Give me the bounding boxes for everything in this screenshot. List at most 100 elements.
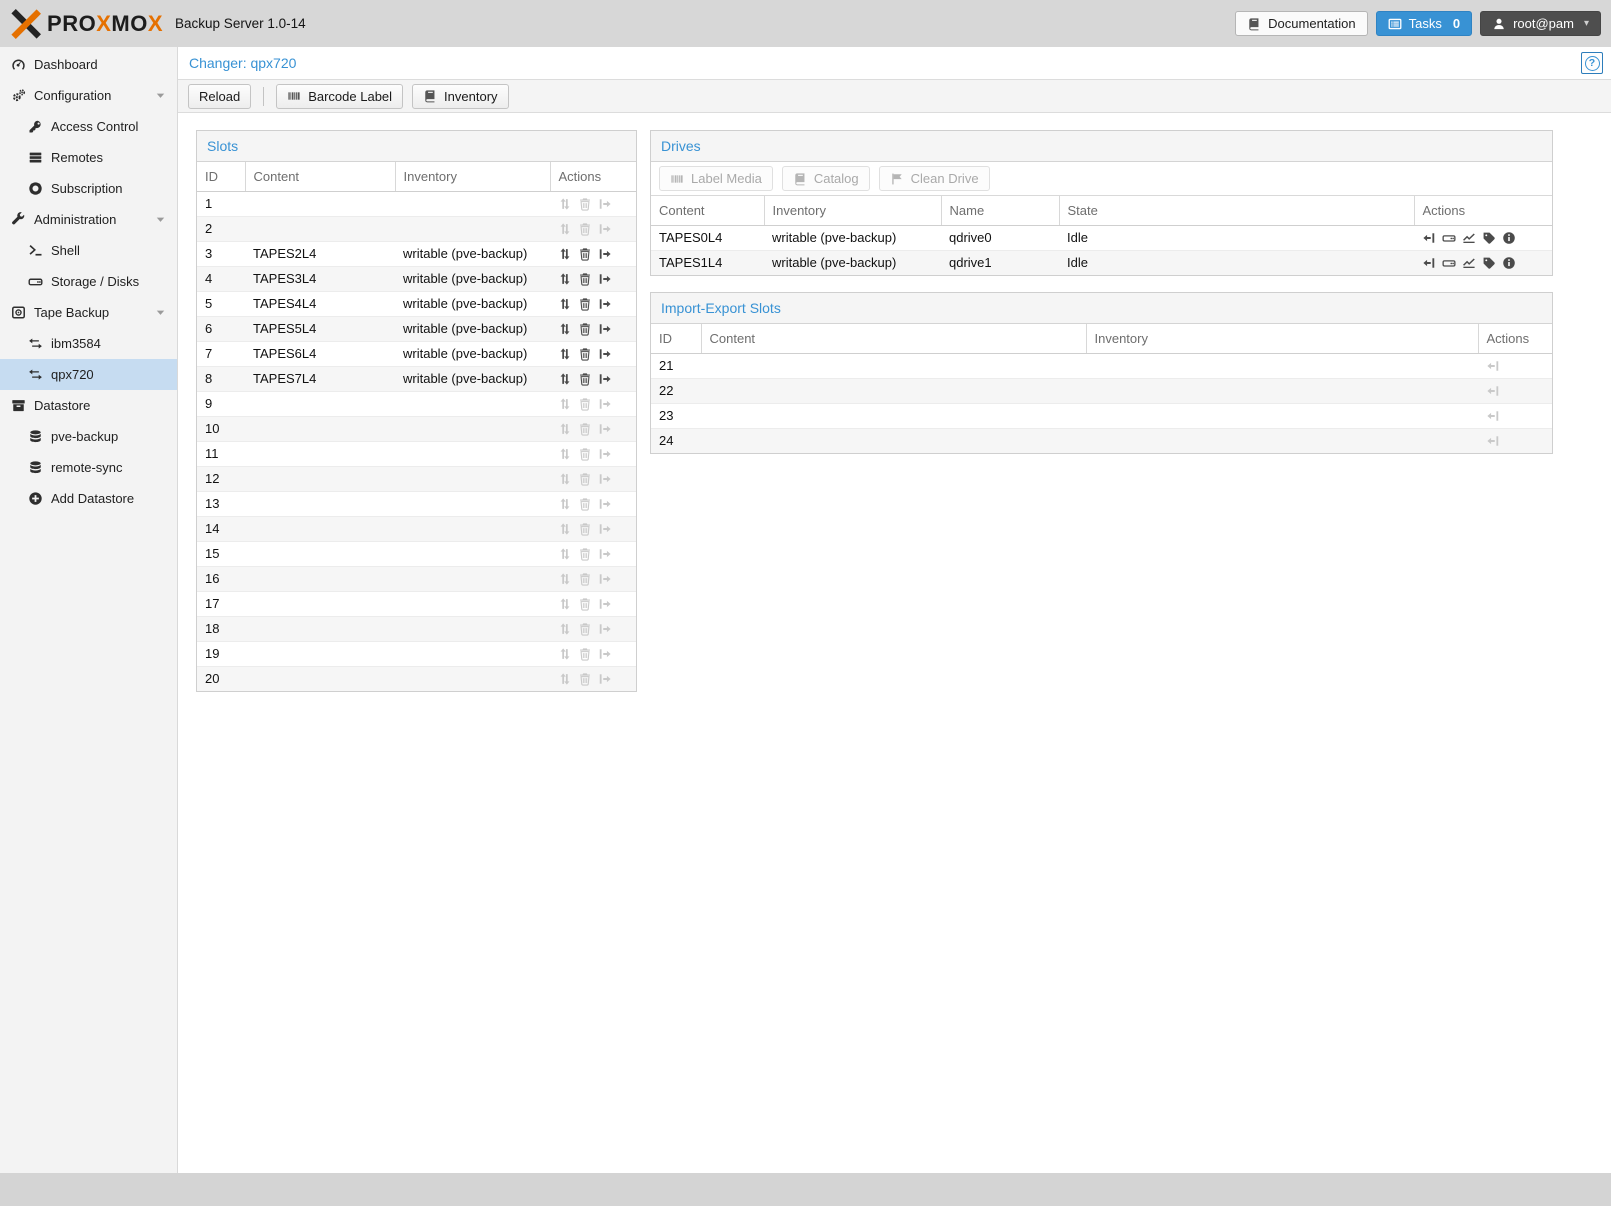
slots-row-8[interactable]: 8TAPES7L4writable (pve-backup) <box>197 366 636 391</box>
slots-row-2[interactable]: 2 <box>197 216 636 241</box>
slots-row-16[interactable]: 16 <box>197 566 636 591</box>
column-header-inventory[interactable]: Inventory <box>395 162 550 191</box>
slots-row-11[interactable]: 11 <box>197 441 636 466</box>
transfer-icon[interactable] <box>558 372 572 386</box>
cell-id: 20 <box>197 666 245 691</box>
cell-content <box>245 216 395 241</box>
user-menu-button[interactable]: root@pam ▾ <box>1480 11 1601 36</box>
sidebar-item-dashboard[interactable]: Dashboard <box>0 49 177 80</box>
drive-row-qdrive1[interactable]: TAPES1L4writable (pve-backup)qdrive1Idle <box>651 250 1552 275</box>
sidebar-item-remotes[interactable]: Remotes <box>0 142 177 173</box>
slots-row-9[interactable]: 9 <box>197 391 636 416</box>
sidebar-item-ibm3584[interactable]: ibm3584 <box>0 328 177 359</box>
slots-row-13[interactable]: 13 <box>197 491 636 516</box>
import-export-row-21[interactable]: 21 <box>651 353 1552 378</box>
export-icon[interactable] <box>598 297 612 311</box>
sidebar-item-datastore[interactable]: Datastore <box>0 390 177 421</box>
column-header-actions[interactable]: Actions <box>1478 324 1552 353</box>
hdd-icon[interactable] <box>1442 256 1456 270</box>
import-export-row-22[interactable]: 22 <box>651 378 1552 403</box>
cell-actions <box>1478 353 1552 378</box>
slots-row-5[interactable]: 5TAPES4L4writable (pve-backup) <box>197 291 636 316</box>
sidebar-item-access-control[interactable]: Access Control <box>0 111 177 142</box>
sidebar-item-qpx720[interactable]: qpx720 <box>0 359 177 390</box>
column-header-actions[interactable]: Actions <box>1414 196 1552 225</box>
import-export-row-24[interactable]: 24 <box>651 428 1552 453</box>
sidebar-item-add-datastore[interactable]: Add Datastore <box>0 483 177 514</box>
import-export-row-23[interactable]: 23 <box>651 403 1552 428</box>
slots-row-14[interactable]: 14 <box>197 516 636 541</box>
import-icon[interactable] <box>1422 256 1436 270</box>
sidebar-item-subscription[interactable]: Subscription <box>0 173 177 204</box>
sidebar-item-pve-backup[interactable]: pve-backup <box>0 421 177 452</box>
reload-button[interactable]: Reload <box>188 84 251 109</box>
slots-row-18[interactable]: 18 <box>197 616 636 641</box>
barcode-label-button[interactable]: Barcode Label <box>276 84 403 109</box>
trash-icon[interactable] <box>578 297 592 311</box>
slots-row-6[interactable]: 6TAPES5L4writable (pve-backup) <box>197 316 636 341</box>
slots-row-3[interactable]: 3TAPES2L4writable (pve-backup) <box>197 241 636 266</box>
trash-icon[interactable] <box>578 247 592 261</box>
export-icon[interactable] <box>598 272 612 286</box>
column-header-actions[interactable]: Actions <box>550 162 636 191</box>
cell-inventory: writable (pve-backup) <box>395 291 550 316</box>
slots-row-19[interactable]: 19 <box>197 641 636 666</box>
help-button[interactable]: ? <box>1581 52 1603 74</box>
info-icon[interactable] <box>1502 231 1516 245</box>
sidebar-item-configuration[interactable]: Configuration <box>0 80 177 111</box>
slots-row-4[interactable]: 4TAPES3L4writable (pve-backup) <box>197 266 636 291</box>
column-header-name[interactable]: Name <box>941 196 1059 225</box>
trash-icon[interactable] <box>578 272 592 286</box>
export-icon <box>598 472 612 486</box>
slots-row-1[interactable]: 1 <box>197 191 636 216</box>
chart-icon[interactable] <box>1462 256 1476 270</box>
column-header-id[interactable]: ID <box>197 162 245 191</box>
cell-id: 22 <box>651 378 701 403</box>
info-icon[interactable] <box>1502 256 1516 270</box>
column-header-content[interactable]: Content <box>701 324 1086 353</box>
sidebar-item-tape-backup[interactable]: Tape Backup <box>0 297 177 328</box>
documentation-button[interactable]: Documentation <box>1235 11 1367 36</box>
column-header-content[interactable]: Content <box>651 196 764 225</box>
column-header-content[interactable]: Content <box>245 162 395 191</box>
tag-icon[interactable] <box>1482 256 1496 270</box>
export-icon[interactable] <box>598 322 612 336</box>
transfer-icon[interactable] <box>558 347 572 361</box>
column-header-id[interactable]: ID <box>651 324 701 353</box>
trash-icon[interactable] <box>578 372 592 386</box>
transfer-icon[interactable] <box>558 297 572 311</box>
slots-row-12[interactable]: 12 <box>197 466 636 491</box>
column-header-inventory[interactable]: Inventory <box>1086 324 1478 353</box>
sidebar-item-storage-disks[interactable]: Storage / Disks <box>0 266 177 297</box>
sidebar-item-shell[interactable]: Shell <box>0 235 177 266</box>
hdd-icon[interactable] <box>1442 231 1456 245</box>
cell-id: 9 <box>197 391 245 416</box>
slots-row-20[interactable]: 20 <box>197 666 636 691</box>
export-icon[interactable] <box>598 247 612 261</box>
export-icon[interactable] <box>598 347 612 361</box>
tasks-button[interactable]: Tasks 0 <box>1376 11 1472 36</box>
sidebar-item-administration[interactable]: Administration <box>0 204 177 235</box>
drive-row-qdrive0[interactable]: TAPES0L4writable (pve-backup)qdrive0Idle <box>651 225 1552 250</box>
slots-row-7[interactable]: 7TAPES6L4writable (pve-backup) <box>197 341 636 366</box>
export-icon[interactable] <box>598 372 612 386</box>
transfer-icon[interactable] <box>558 322 572 336</box>
cell-actions <box>1478 428 1552 453</box>
inventory-button[interactable]: Inventory <box>412 84 508 109</box>
export-icon <box>598 422 612 436</box>
chart-icon[interactable] <box>1462 231 1476 245</box>
product-version-label: Backup Server 1.0-14 <box>175 16 306 31</box>
slots-row-17[interactable]: 17 <box>197 591 636 616</box>
trash-icon[interactable] <box>578 347 592 361</box>
slots-row-10[interactable]: 10 <box>197 416 636 441</box>
column-header-state[interactable]: State <box>1059 196 1414 225</box>
transfer-icon[interactable] <box>558 247 572 261</box>
column-header-inventory[interactable]: Inventory <box>764 196 941 225</box>
import-icon[interactable] <box>1422 231 1436 245</box>
slots-row-15[interactable]: 15 <box>197 541 636 566</box>
transfer-icon[interactable] <box>558 272 572 286</box>
sidebar-item-remote-sync[interactable]: remote-sync <box>0 452 177 483</box>
cell-name: qdrive0 <box>941 225 1059 250</box>
tag-icon[interactable] <box>1482 231 1496 245</box>
trash-icon[interactable] <box>578 322 592 336</box>
